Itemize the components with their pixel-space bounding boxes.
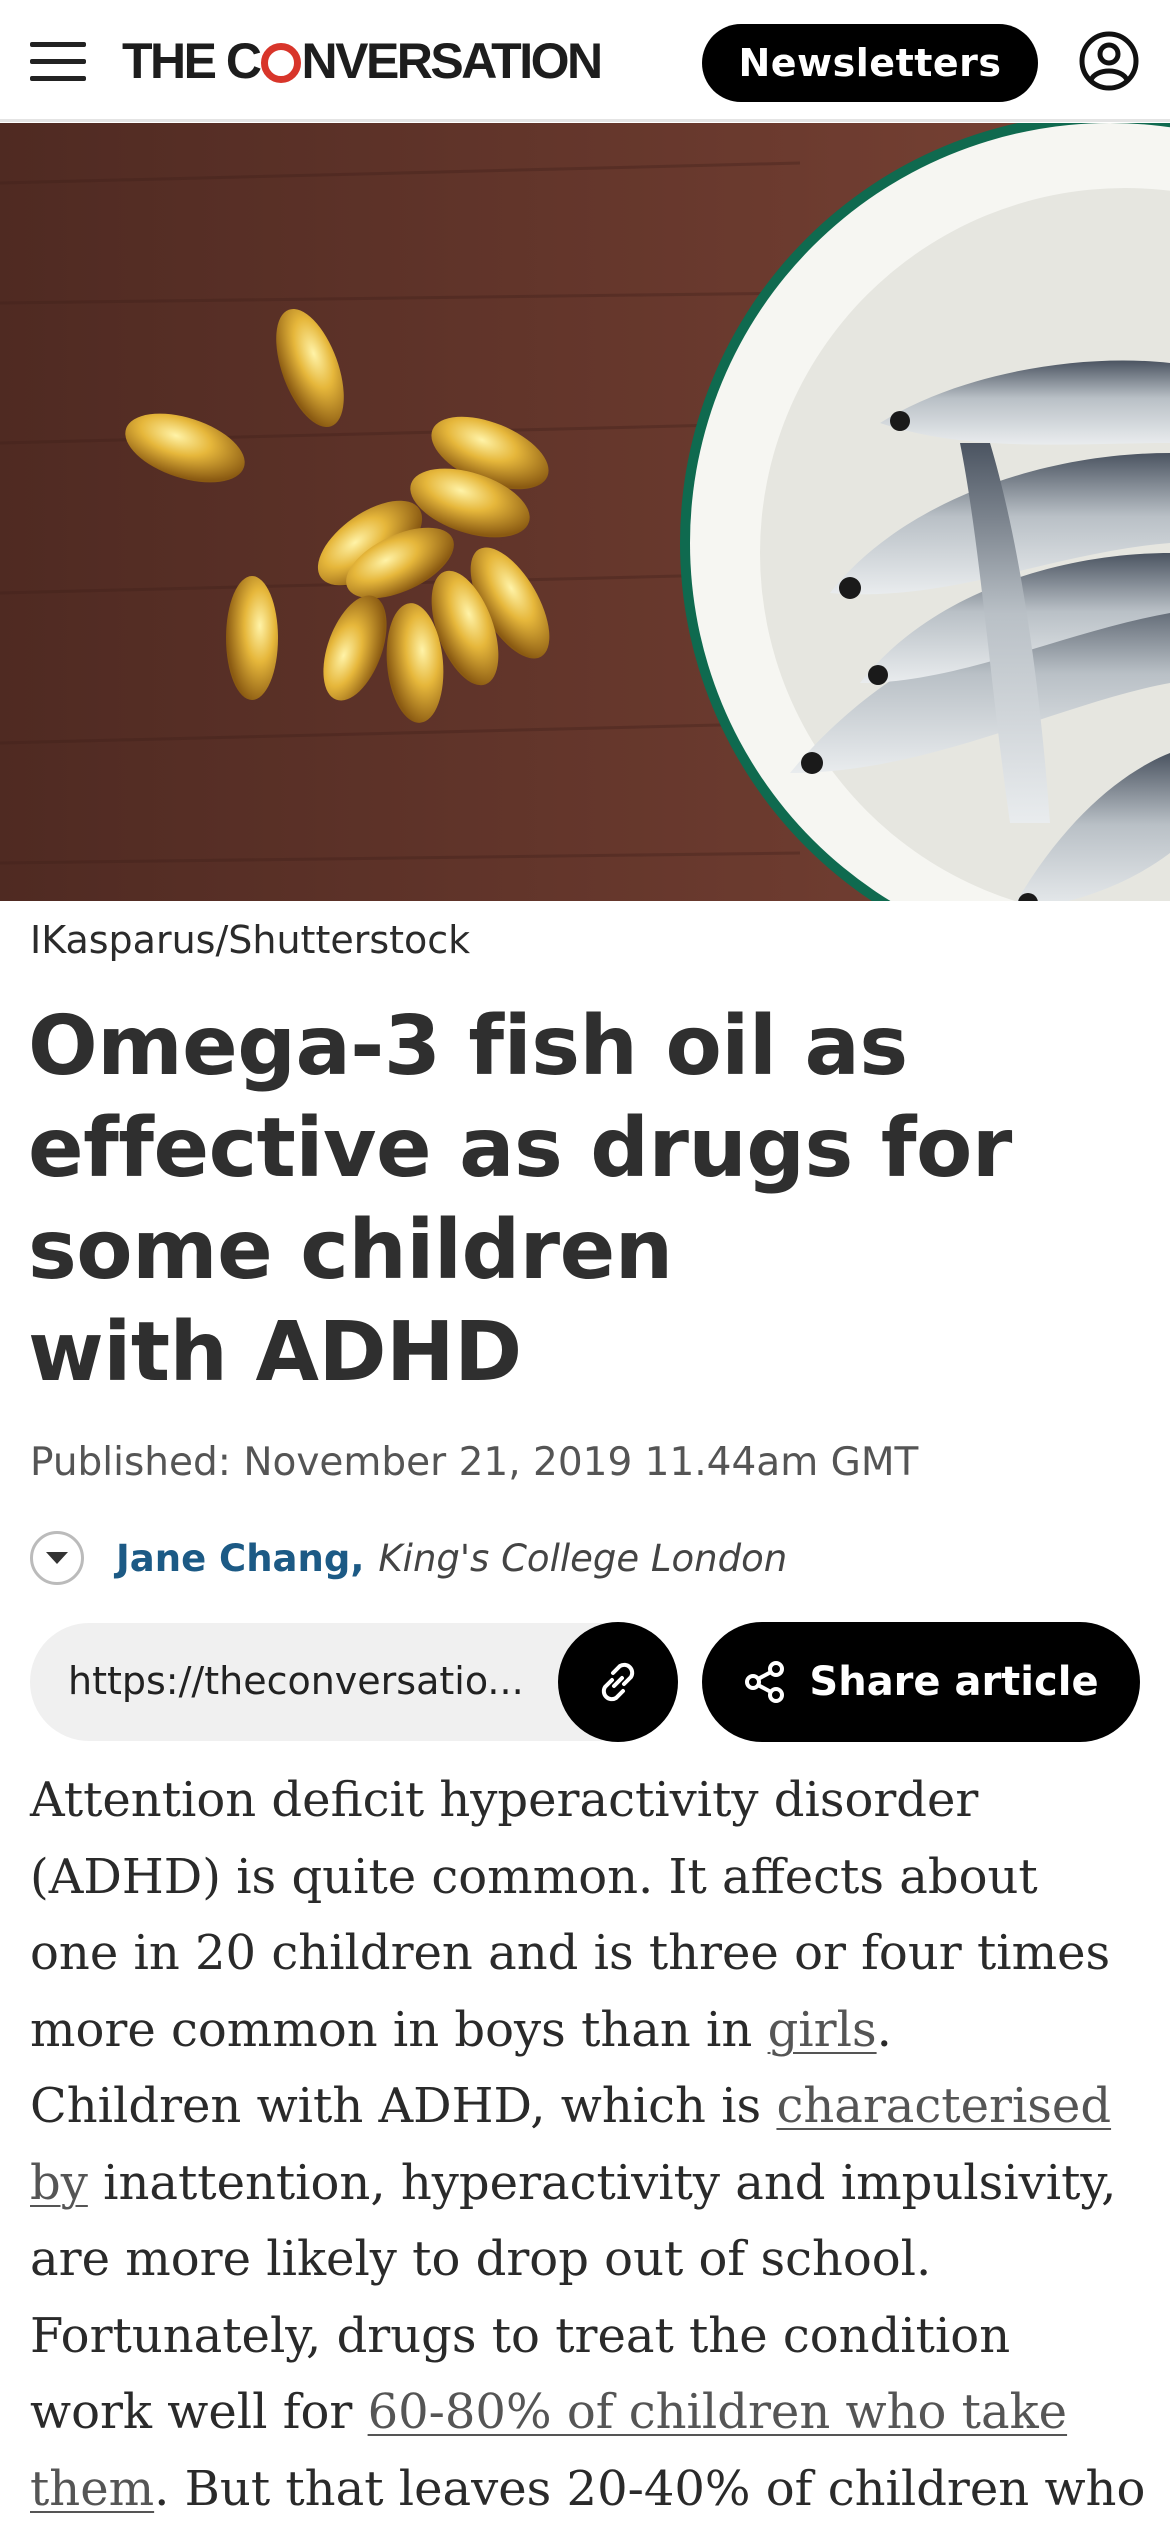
hero-image [0, 123, 1170, 901]
body-line: Attention deficit hyperactivity disorder [30, 1772, 979, 1828]
logo-text-prefix: THE C [122, 33, 262, 89]
body-line: Children with ADHD, which is characteris… [30, 2068, 1150, 2145]
author-affiliation: King's College London [378, 1536, 788, 1580]
body-line: one in 20 children and is three or four … [30, 1925, 1111, 1981]
characterised-by-link[interactable]: characterised [776, 2078, 1111, 2134]
author-name-link[interactable]: Jane Chang, [116, 1537, 364, 1580]
logo-speech-bubble-icon [260, 43, 301, 83]
chevron-down-icon[interactable] [30, 1531, 84, 1585]
link-icon [601, 1662, 635, 1702]
body-line: more common in boys than in girls. [30, 1992, 1150, 2069]
body-text: inattention, hyperactivity and impulsivi… [87, 2154, 1117, 2211]
share-article-button[interactable]: Share article [702, 1622, 1140, 1742]
article-body: Attention deficit hyperactivity disorder… [30, 1762, 1150, 2527]
hamburger-menu-icon[interactable] [30, 40, 88, 81]
body-line: are more likely to drop out of school. [30, 2231, 932, 2287]
body-line: (ADHD) is quite common. It affects about [30, 1848, 1038, 1905]
body-line: them. But that leaves 20-40% of children… [30, 2451, 1150, 2528]
site-logo[interactable]: THE C NVERSATION [122, 28, 604, 94]
statistics-link[interactable]: them [30, 2461, 154, 2517]
published-label: Published: [30, 1440, 231, 1485]
site-header: THE C NVERSATION Newsletters [0, 0, 1170, 122]
image-credit-caption: IKasparus/Shutterstock [30, 918, 471, 962]
user-circle-icon[interactable] [1078, 30, 1140, 92]
statistics-link[interactable]: 60-80% of children who take [368, 2384, 1067, 2440]
body-line: by inattention, hyperactivity and impuls… [30, 2145, 1150, 2222]
headline-line: with ADHD [28, 1305, 522, 1400]
published-date: Published: November 21, 2019 11.44am GMT [30, 1440, 918, 1485]
newsletters-button[interactable]: Newsletters [702, 24, 1038, 102]
copy-link-button[interactable] [558, 1622, 678, 1742]
characterised-by-link[interactable]: by [30, 2155, 88, 2211]
girls-link[interactable]: girls [768, 2002, 877, 2058]
share-icon [745, 1661, 785, 1703]
article-url-text: https://theconversatio... [68, 1659, 524, 1703]
body-line: work well for 60-80% of children who tak… [30, 2374, 1150, 2451]
published-value: November 21, 2019 11.44am GMT [243, 1440, 919, 1485]
logo-text-suffix: NVERSATION [301, 33, 604, 89]
headline-line: Omega-3 fish oil as [28, 999, 908, 1094]
body-text: Children with ADHD, which is [30, 2078, 777, 2134]
body-text: . But that leaves 20-40% of children who [154, 2460, 1146, 2517]
author-byline: Jane Chang, King's College London [30, 1528, 787, 1588]
share-article-label: Share article [809, 1659, 1099, 1705]
article-headline: Omega-3 fish oil as effective as drugs f… [28, 996, 1138, 1404]
headline-line: effective as drugs for [28, 1101, 1012, 1196]
body-text: work well for [30, 2384, 368, 2440]
headline-line: some children [28, 1203, 673, 1298]
body-text: . [876, 2001, 892, 2058]
body-line: Fortunately, drugs to treat the conditio… [30, 2307, 1011, 2364]
body-text: more common in boys than in [30, 2001, 768, 2058]
